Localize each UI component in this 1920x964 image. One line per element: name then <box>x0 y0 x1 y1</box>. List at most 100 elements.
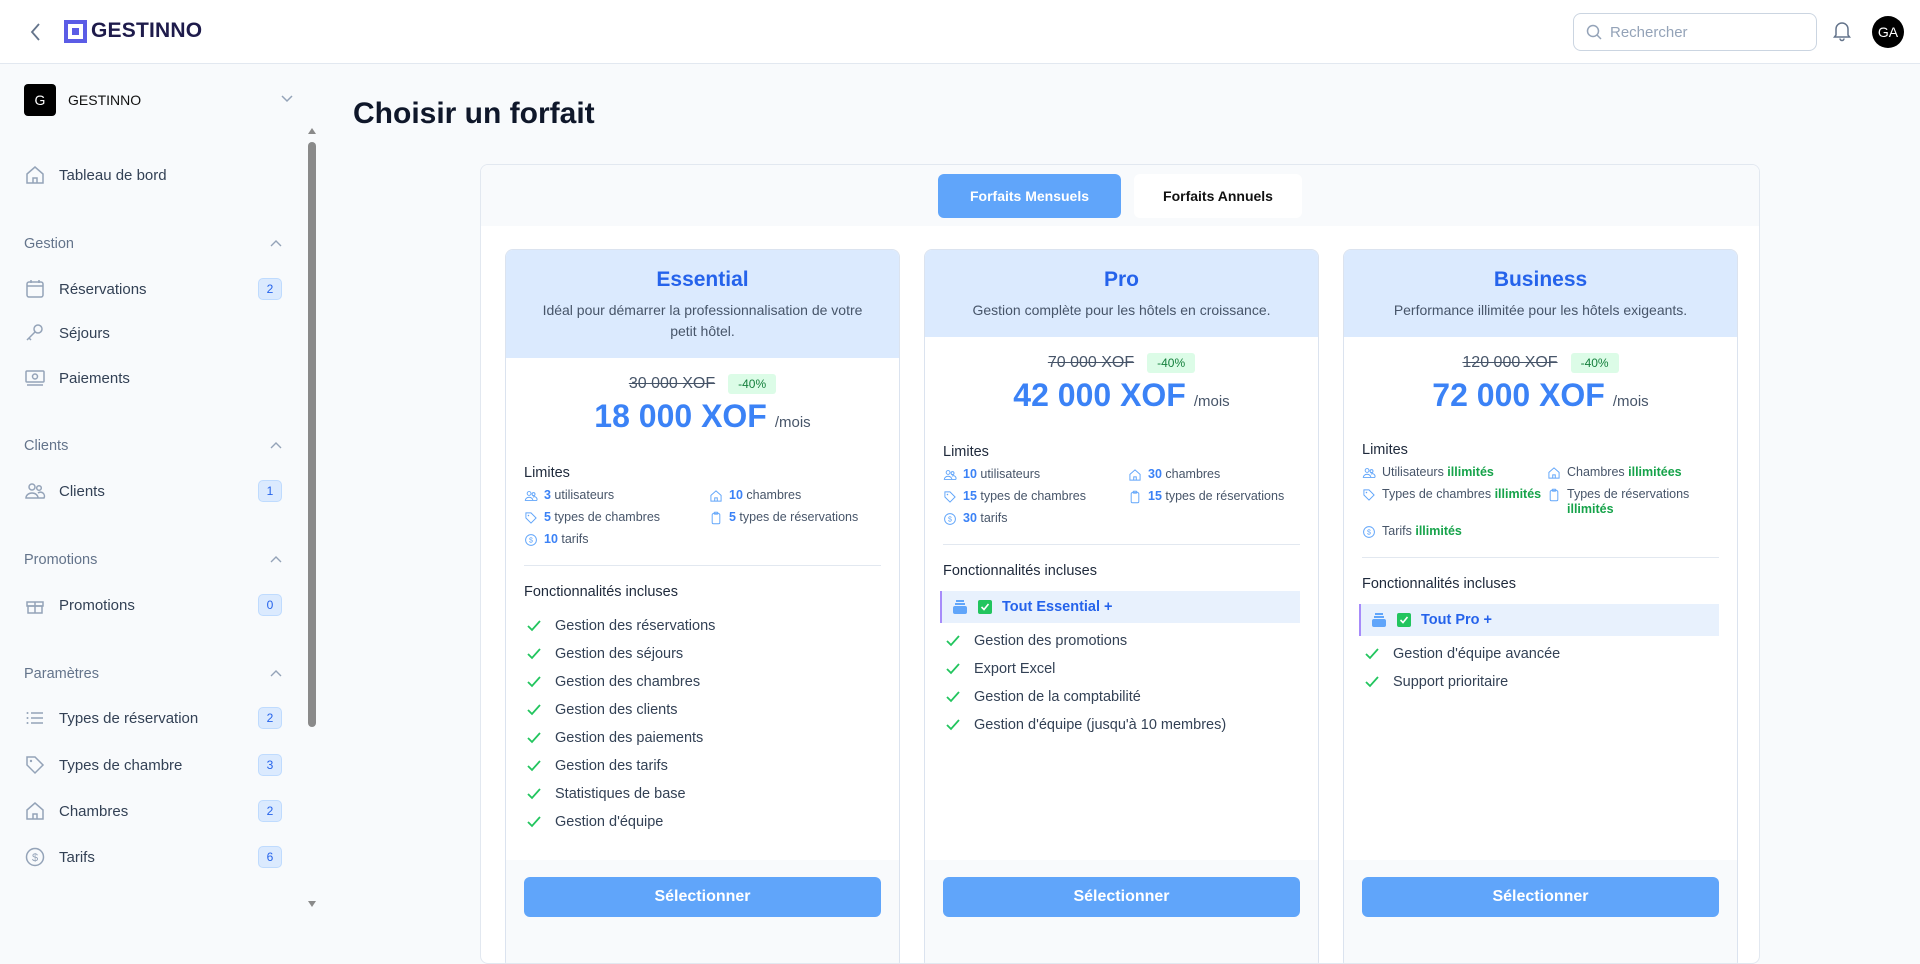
check-icon <box>946 663 960 675</box>
limit-item: 15 types de chambres <box>943 489 1128 504</box>
select-plan-button[interactable]: Sélectionner <box>524 877 881 917</box>
sidebar-item[interactable]: Réservations 2 <box>24 273 282 305</box>
select-plan-button[interactable]: Sélectionner <box>943 877 1300 917</box>
feature-label: Gestion d'équipe avancée <box>1393 646 1561 662</box>
limit-value: illimités <box>1494 487 1542 501</box>
top-header: GESTINNO GA <box>0 0 1920 64</box>
chevron-up-icon <box>270 670 282 677</box>
plan-card-business: Business Performance illimitée pour les … <box>1343 249 1738 963</box>
back-chevron-icon[interactable] <box>26 20 46 44</box>
feature-item: Gestion de la comptabilité <box>943 683 1300 711</box>
tab-annual[interactable]: Forfaits Annuels <box>1134 173 1302 218</box>
sidebar-section-header[interactable]: Clients <box>24 435 282 457</box>
sidebar-item-label: Tarifs <box>59 848 95 866</box>
section-title: Clients <box>24 438 69 454</box>
feature-item: Gestion d'équipe <box>524 808 881 836</box>
sidebar-item-label: Paiements <box>59 369 130 387</box>
limit-value: 5 <box>729 510 736 524</box>
logo-icon <box>64 19 87 43</box>
feature-label: Support prioritaire <box>1393 674 1509 690</box>
brand-name: GESTINNO <box>91 19 203 42</box>
limits-grid: 10 utilisateurs 30 chambres 15 types de ch… <box>943 467 1300 526</box>
plan-header: Essential Idéal pour démarrer la profess… <box>506 250 899 358</box>
users-icon <box>524 491 538 501</box>
search-box[interactable] <box>1573 13 1817 51</box>
feature-item: Gestion des séjours <box>524 640 881 668</box>
billing-tabs: Forfaits Mensuels Forfaits Annuels <box>481 165 1759 226</box>
workspace-switcher[interactable]: G GESTINNO <box>24 84 294 116</box>
limit-suffix: chambres <box>742 488 802 502</box>
plan-card-essential: Essential Idéal pour démarrer la profess… <box>505 249 900 963</box>
sidebar-section-header[interactable]: Paramètres <box>24 663 282 685</box>
limit-suffix: types de chambres <box>976 489 1086 503</box>
user-avatar[interactable]: GA <box>1872 16 1904 48</box>
sidebar-item[interactable]: Promotions 0 <box>24 589 282 621</box>
check-icon <box>527 676 541 688</box>
sidebar-item-label: Clients <box>59 482 105 500</box>
feature-item: Gestion des clients <box>524 696 881 724</box>
plan-description: Idéal pour démarrer la professionnalisat… <box>542 302 863 339</box>
sidebar-scrollbar[interactable] <box>306 124 318 911</box>
sidebar-item[interactable]: Paiements <box>24 362 282 394</box>
sidebar-item-label: Chambres <box>59 802 129 820</box>
limit-item: 5 types de chambres <box>524 510 709 525</box>
check-icon <box>527 760 541 772</box>
bell-icon[interactable] <box>1832 20 1852 42</box>
sidebar-section-header[interactable]: Promotions <box>24 549 282 571</box>
sidebar-item[interactable]: Types de réservation 2 <box>24 702 282 734</box>
limit-item: 15 types de réservations <box>1128 489 1313 504</box>
search-input[interactable] <box>1610 23 1790 41</box>
sidebar-item[interactable]: Types de chambre 3 <box>24 749 282 781</box>
chevron-up-icon <box>270 240 282 247</box>
discounted-price: 42 000 XOF <box>1013 377 1186 413</box>
limit-prefix: Chambres <box>1567 465 1629 479</box>
limit-suffix: tarifs <box>976 511 1008 525</box>
discounted-price: 72 000 XOF <box>1432 377 1605 413</box>
divider <box>524 565 881 566</box>
feature-label: Gestion des réservations <box>555 618 716 634</box>
count-badge: 2 <box>258 800 282 822</box>
plan-pricing: 120 000 XOF -40% 72 000 XOF/mois <box>1344 337 1737 414</box>
billing-period: /mois <box>774 414 811 431</box>
original-price: 30 000 XOF <box>628 375 716 392</box>
users-icon <box>943 470 957 480</box>
limit-suffix: types de réservations <box>1161 489 1285 503</box>
limit-item: $10 tarifs <box>524 532 709 547</box>
limit-value: illimités <box>1447 465 1494 479</box>
svg-text:$: $ <box>948 517 952 524</box>
billing-period: /mois <box>1612 393 1649 410</box>
plan-name: Pro <box>1103 268 1139 291</box>
count-badge: 1 <box>258 480 282 502</box>
limit-value: 3 <box>544 488 551 502</box>
discounted-price: 18 000 XOF <box>594 398 767 434</box>
sidebar-item[interactable]: $ Tarifs 6 <box>24 841 282 873</box>
sidebar-section-header[interactable]: Gestion <box>24 233 282 255</box>
svg-text:$: $ <box>529 538 533 545</box>
original-price: 70 000 XOF <box>1047 354 1135 371</box>
tab-monthly[interactable]: Forfaits Mensuels <box>938 173 1121 218</box>
users-icon <box>1362 468 1376 478</box>
limit-item: Types de réservations illimités <box>1547 487 1732 517</box>
count-badge: 0 <box>258 594 282 616</box>
brand-logo[interactable]: GESTINNO <box>64 19 202 43</box>
limit-item: 3 utilisateurs <box>524 488 709 503</box>
check-icon <box>527 648 541 660</box>
sidebar-item[interactable]: Clients 1 <box>24 475 282 507</box>
sidebar-item-dashboard[interactable]: Tableau de bord <box>24 159 282 191</box>
limit-suffix: utilisateurs <box>976 467 1041 481</box>
feature-label: Gestion d'équipe (jusqu'à 10 membres) <box>974 717 1227 733</box>
discount-badge: -40% <box>1147 353 1196 373</box>
limit-prefix: Types de chambres <box>1382 487 1495 501</box>
chevron-down-icon <box>281 95 293 103</box>
features-title: Fonctionnalités incluses <box>524 584 678 600</box>
feature-label: Gestion des clients <box>555 702 678 718</box>
divider <box>1362 557 1719 558</box>
sidebar-item[interactable]: Chambres 2 <box>24 795 282 827</box>
count-badge: 3 <box>258 754 282 776</box>
limit-prefix: Utilisateurs <box>1382 465 1448 479</box>
select-plan-button[interactable]: Sélectionner <box>1362 877 1719 917</box>
sidebar-item-label: Types de réservation <box>59 709 199 727</box>
sidebar-item[interactable]: Séjours <box>24 317 282 349</box>
limit-value: 10 <box>729 488 743 502</box>
limit-suffix: tarifs <box>557 532 589 546</box>
